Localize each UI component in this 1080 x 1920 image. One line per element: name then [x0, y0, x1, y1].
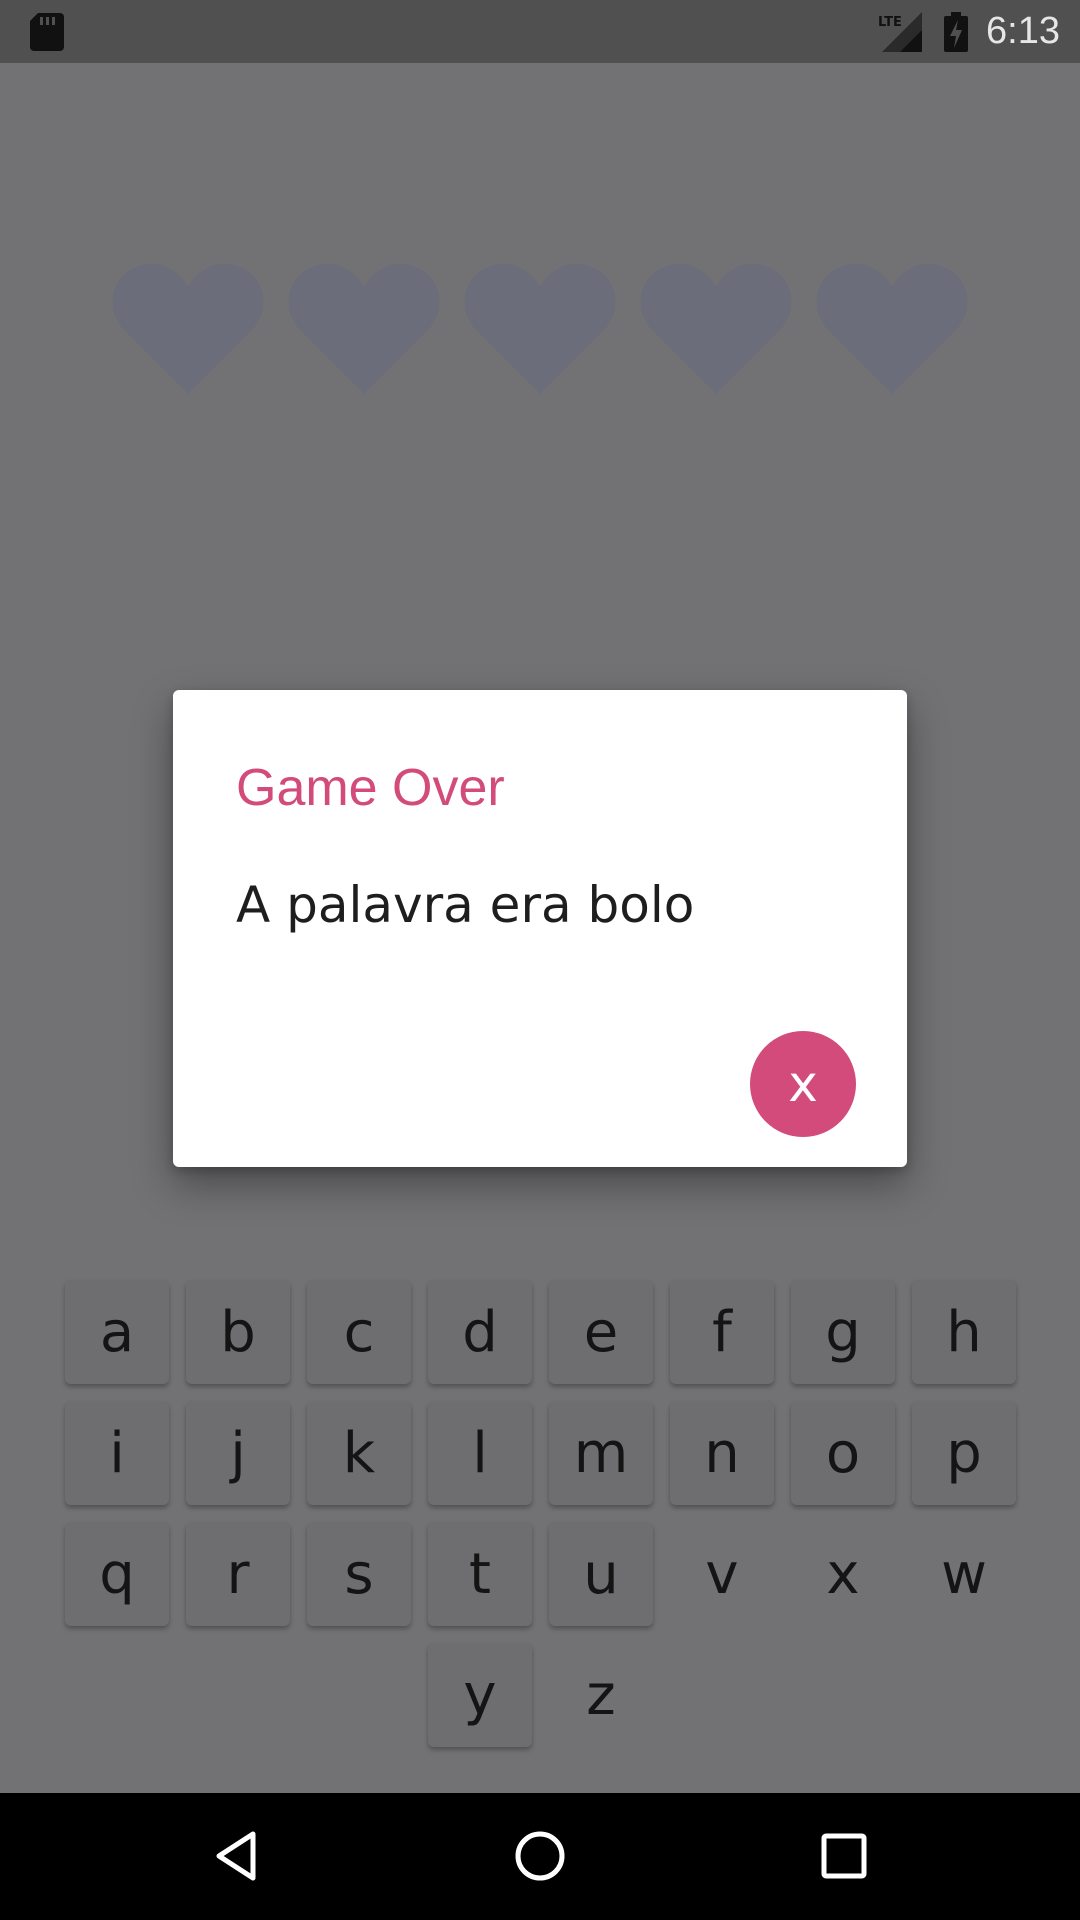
- dialog-title: Game Over: [236, 759, 505, 817]
- battery-charging-icon: [944, 11, 969, 52]
- key-z: z: [549, 1643, 653, 1747]
- close-dialog-button[interactable]: x: [750, 1031, 856, 1137]
- signal-icon: LTE: [878, 11, 923, 52]
- key-u[interactable]: u: [549, 1522, 653, 1626]
- key-l[interactable]: l: [428, 1401, 532, 1505]
- key-h[interactable]: h: [912, 1280, 1016, 1384]
- heart-icon: [112, 263, 264, 394]
- status-bar: LTE 6:13: [0, 0, 1080, 63]
- network-type-label: LTE: [878, 15, 902, 30]
- key-p[interactable]: p: [912, 1401, 1016, 1505]
- key-y[interactable]: y: [428, 1643, 532, 1747]
- lives-row: [110, 258, 980, 398]
- key-t[interactable]: t: [428, 1522, 532, 1626]
- key-i[interactable]: i: [65, 1401, 169, 1505]
- sd-card-icon: [30, 13, 64, 51]
- key-d[interactable]: d: [428, 1280, 532, 1384]
- key-k[interactable]: k: [307, 1401, 411, 1505]
- key-o[interactable]: o: [791, 1401, 895, 1505]
- key-e[interactable]: e: [549, 1280, 653, 1384]
- heart-icon: [464, 263, 616, 394]
- key-n[interactable]: n: [670, 1401, 774, 1505]
- heart-icon: [816, 263, 968, 394]
- clock: 6:13: [986, 10, 1060, 52]
- navigation-bar: [0, 1793, 1080, 1920]
- key-m[interactable]: m: [549, 1401, 653, 1505]
- dialog-message: A palavra era bolo: [236, 876, 695, 934]
- key-b[interactable]: b: [186, 1280, 290, 1384]
- game-over-dialog: Game Over A palavra era bolo x: [173, 690, 907, 1167]
- home-icon[interactable]: [510, 1826, 570, 1886]
- key-a[interactable]: a: [65, 1280, 169, 1384]
- key-w: w: [912, 1522, 1016, 1626]
- key-r[interactable]: r: [186, 1522, 290, 1626]
- key-g[interactable]: g: [791, 1280, 895, 1384]
- key-x: x: [791, 1522, 895, 1626]
- key-v: v: [670, 1522, 774, 1626]
- key-f[interactable]: f: [670, 1280, 774, 1384]
- close-button-label: x: [788, 1055, 818, 1113]
- heart-icon: [640, 263, 792, 394]
- heart-icon: [288, 263, 440, 394]
- back-icon[interactable]: [207, 1826, 267, 1886]
- key-s[interactable]: s: [307, 1522, 411, 1626]
- recents-icon[interactable]: [814, 1826, 874, 1886]
- key-j[interactable]: j: [186, 1401, 290, 1505]
- key-c[interactable]: c: [307, 1280, 411, 1384]
- key-q[interactable]: q: [65, 1522, 169, 1626]
